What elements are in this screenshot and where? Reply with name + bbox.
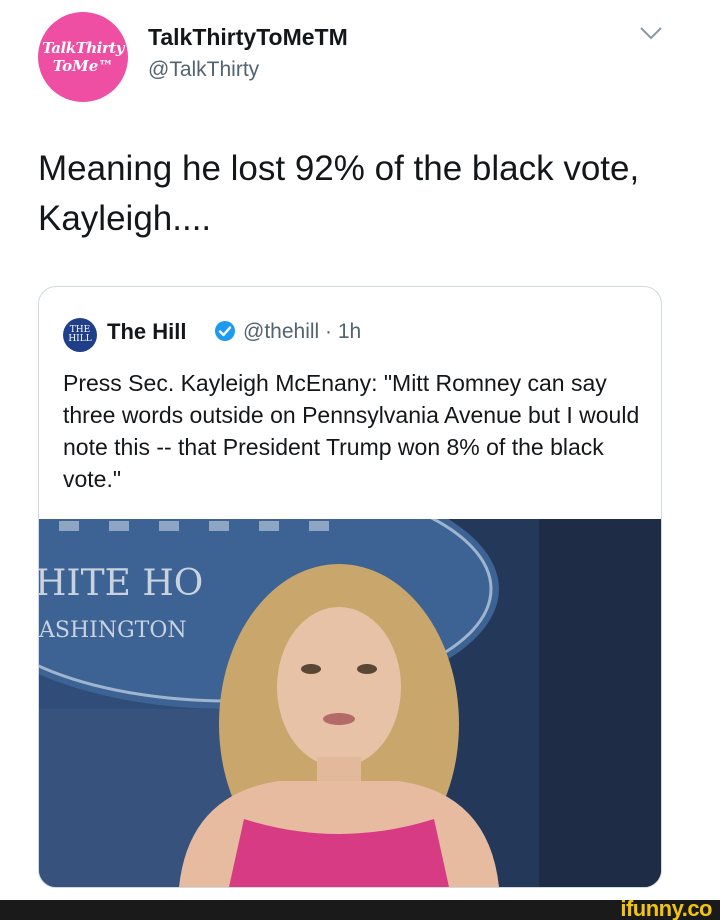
avatar-text-line1: TalkThirty (42, 38, 124, 57)
avatar-text-line2: ToMe™ (52, 56, 114, 75)
user-handle[interactable]: @TalkThirty (148, 58, 259, 82)
quoted-handle-time[interactable]: @thehill · 1h (243, 320, 361, 344)
sign-text-line1: HITE HO (39, 563, 203, 604)
display-name[interactable]: TalkThirtyToMeTM (148, 24, 348, 51)
quoted-tweet-text: Press Sec. Kayleigh McEnany: "Mitt Romne… (63, 370, 640, 492)
tweet-text: Meaning he lost 92% of the black vote, K… (38, 149, 640, 238)
chevron-down-icon[interactable] (638, 24, 664, 42)
sign-text-line2: ASHINGTON (39, 618, 187, 643)
quoted-tweet-card[interactable]: THE HILL The Hill @thehill · 1h Press Se… (38, 286, 662, 888)
profile-avatar[interactable]: TalkThirty ToMe™ (38, 12, 128, 102)
tweet-screenshot: TalkThirty ToMe™ TalkThirtyToMeTM @TalkT… (0, 0, 720, 920)
press-briefing-photo[interactable]: HITE HO ASHINGTON (39, 519, 661, 887)
footer-bar: ifunny.co (0, 896, 720, 920)
quoted-display-name[interactable]: The Hill (107, 319, 186, 345)
ifunny-watermark: ifunny.co (620, 896, 712, 920)
quoted-avatar[interactable]: THE HILL (63, 318, 97, 352)
quoted-avatar-line2: HILL (68, 334, 92, 344)
verified-badge-icon (215, 321, 235, 341)
